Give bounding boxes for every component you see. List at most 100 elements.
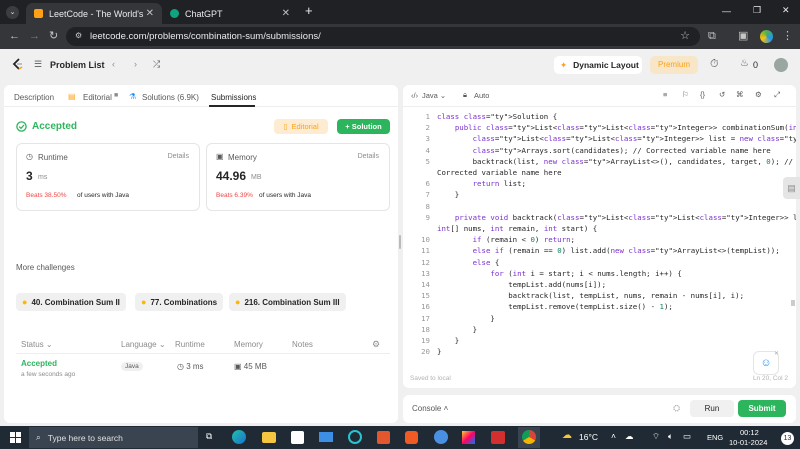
tab-chatgpt[interactable]: ChatGPT ✕: [162, 3, 298, 24]
prev-problem-icon[interactable]: ‹: [112, 59, 115, 69]
close-window-button[interactable]: ✕: [782, 5, 790, 16]
problem-list-link[interactable]: Problem List: [50, 60, 105, 70]
memory-card[interactable]: ▣ Memory Details 44.96 MB Beats 6.39% of…: [206, 143, 390, 211]
language-indicator[interactable]: ENG: [707, 433, 723, 442]
clock-icon: ◷: [26, 152, 33, 161]
sidepanel-icon[interactable]: ▣: [738, 24, 748, 49]
row-memory: ▣ 45 MB: [234, 362, 267, 371]
scrollbar-thumb[interactable]: [791, 300, 795, 306]
file-explorer-icon[interactable]: [262, 432, 276, 443]
status-column-header[interactable]: Status ⌄: [21, 340, 53, 349]
tab-submissions[interactable]: Submissions: [211, 93, 256, 102]
language-column-header[interactable]: Language ⌄: [121, 340, 166, 349]
close-assistant-icon[interactable]: ✕: [774, 350, 779, 357]
challenge-link[interactable]: ● 40. Combination Sum II: [16, 293, 126, 311]
tab-solutions[interactable]: Solutions (6.9K): [142, 93, 199, 102]
restore-button[interactable]: ❐: [753, 5, 761, 16]
line-number: 13: [421, 268, 430, 278]
row-status[interactable]: Accepted: [21, 359, 57, 368]
settings-gear-icon[interactable]: ⚙: [755, 90, 762, 99]
reload-icon[interactable]: ↻: [49, 24, 58, 49]
bookmark-star-icon[interactable]: ☆: [680, 29, 690, 42]
memory-details-link[interactable]: Details: [358, 153, 379, 160]
extensions-icon[interactable]: ⧉: [708, 24, 716, 49]
line-number: 17: [421, 313, 430, 323]
tab-leetcode[interactable]: LeetCode - The World's Leading ✕: [26, 3, 162, 24]
side-notes-tab[interactable]: ▤: [783, 177, 800, 199]
tab-search-button[interactable]: ⌄: [6, 6, 19, 19]
editorial-button[interactable]: ▯ Editorial: [274, 119, 328, 134]
clock-date[interactable]: 10-01-2024: [729, 438, 767, 447]
format-icon[interactable]: ≡: [663, 90, 667, 99]
edge-icon[interactable]: [232, 430, 246, 444]
line-number: 3: [425, 134, 430, 144]
site-info-icon[interactable]: ⚙: [75, 31, 82, 40]
reset-icon[interactable]: ↺: [719, 90, 725, 99]
panel-resize-handle[interactable]: [399, 235, 401, 249]
line-number: 5: [425, 156, 430, 166]
mail-icon[interactable]: [319, 432, 333, 442]
task-view-icon[interactable]: ⧉: [206, 431, 212, 442]
tray-cloud-icon[interactable]: ☁: [625, 431, 634, 442]
table-row[interactable]: Accepted a few seconds ago Java ◷ 3 ms ▣…: [16, 356, 390, 382]
solution-button[interactable]: + Solution: [337, 119, 390, 134]
language-select[interactable]: Java ⌄: [422, 91, 446, 100]
table-settings-icon[interactable]: ⚙: [372, 339, 380, 350]
store-icon[interactable]: [291, 431, 304, 444]
profile-avatar[interactable]: [760, 30, 773, 43]
address-bar[interactable]: ⚙ leetcode.com/problems/combination-sum/…: [66, 27, 700, 46]
expand-icon[interactable]: ⤢: [774, 90, 780, 100]
runtime-details-link[interactable]: Details: [168, 153, 189, 160]
leetcode-logo[interactable]: [12, 58, 23, 71]
problem-list-icon[interactable]: ☰: [34, 59, 42, 70]
taskbar-search-box[interactable]: ⌕ Type here to search: [29, 427, 198, 448]
chrome-menu-icon[interactable]: ⋮: [782, 24, 793, 49]
clock-time[interactable]: 00:12: [740, 428, 759, 437]
dynamic-layout-button[interactable]: ✦ Dynamic Layout: [554, 56, 642, 74]
challenge-link[interactable]: ● 216. Combination Sum III: [229, 293, 346, 311]
bookmark-icon[interactable]: ⚐: [682, 90, 689, 99]
runtime-card[interactable]: ◷ Runtime Details 3 ms Beats 38.50% of u…: [16, 143, 200, 211]
intellij-icon[interactable]: [462, 431, 475, 444]
console-toggle[interactable]: Console ˄: [412, 404, 448, 413]
tray-volume-icon[interactable]: 🔈︎: [668, 431, 673, 442]
close-tab-icon[interactable]: ✕: [282, 8, 290, 19]
close-tab-icon[interactable]: ✕: [146, 8, 154, 19]
notification-badge[interactable]: 13: [781, 432, 794, 445]
new-tab-button[interactable]: +: [305, 3, 313, 18]
premium-button[interactable]: Premium: [650, 56, 698, 74]
photos-icon[interactable]: [434, 430, 448, 444]
weather-temp[interactable]: 16°C: [579, 432, 598, 442]
braces-icon[interactable]: {}: [700, 90, 705, 99]
autocomplete-mode[interactable]: Auto: [474, 91, 489, 100]
pdf-app-icon[interactable]: [377, 431, 390, 444]
tray-battery-icon[interactable]: ▭: [683, 431, 691, 442]
shuffle-icon[interactable]: ⤮: [153, 59, 160, 70]
tray-wifi-icon[interactable]: ⌔: [652, 431, 660, 442]
tab-editorial[interactable]: Editorial: [83, 93, 112, 102]
opera-icon[interactable]: [348, 430, 362, 444]
minimize-button[interactable]: —: [722, 6, 731, 16]
weather-icon[interactable]: ☁: [562, 430, 572, 441]
next-problem-icon[interactable]: ›: [134, 59, 137, 69]
windows-start-icon[interactable]: [10, 432, 21, 443]
chrome-taskbar-icon[interactable]: [518, 427, 540, 448]
line-number: 16: [421, 302, 430, 312]
video-app-icon[interactable]: [491, 431, 505, 444]
tray-chevron-icon[interactable]: ˄: [611, 431, 616, 441]
submit-button[interactable]: Submit: [738, 400, 786, 417]
brave-icon[interactable]: [405, 431, 418, 444]
tab-description[interactable]: Description: [14, 93, 54, 102]
shortcuts-icon[interactable]: ⌘: [736, 90, 744, 99]
back-arrow-icon[interactable]: ←: [9, 24, 20, 49]
cursor-position: Ln 20, Col 2: [752, 375, 788, 382]
debug-icon[interactable]: ⛭: [673, 403, 680, 414]
streak-fire-icon[interactable]: ♨: [740, 58, 749, 69]
timer-icon[interactable]: ⏱: [710, 58, 719, 71]
runtime-beats-suffix: of users with Java: [77, 192, 130, 199]
run-button[interactable]: Run: [690, 400, 734, 417]
active-tab-underline: [209, 105, 255, 107]
forward-arrow-icon[interactable]: →: [29, 24, 40, 49]
user-avatar[interactable]: [774, 58, 788, 72]
challenge-link[interactable]: ● 77. Combinations: [135, 293, 224, 311]
